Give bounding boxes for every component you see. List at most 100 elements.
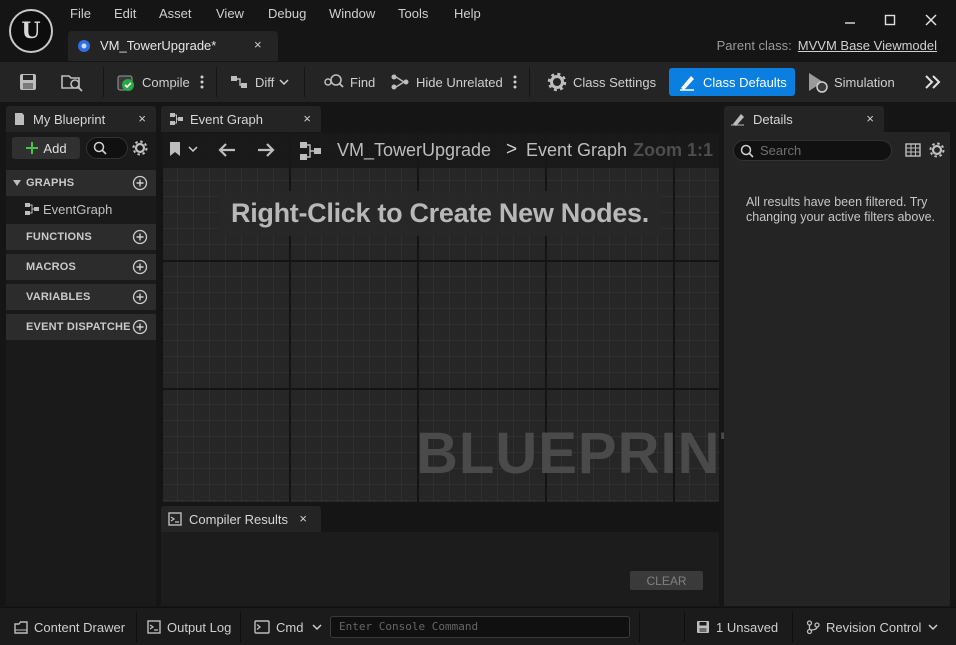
simulation-button[interactable]: Simulation	[806, 68, 895, 96]
search-icon	[740, 144, 754, 158]
menu-view[interactable]: View	[216, 6, 244, 24]
table-view-icon[interactable]	[905, 143, 921, 157]
forward-arrow-icon[interactable]	[256, 142, 276, 158]
document-tab-label: VM_TowerUpgrade*	[100, 38, 217, 53]
breadcrumb-root[interactable]: VM_TowerUpgrade	[337, 140, 491, 161]
add-event-dispatcher-icon[interactable]	[132, 319, 148, 335]
list-item-eventgraph[interactable]: EventGraph	[24, 200, 112, 218]
cmd-dropdown[interactable]: Cmd	[254, 618, 329, 636]
save-button[interactable]	[18, 68, 44, 96]
details-settings-icon[interactable]	[929, 142, 945, 158]
add-graph-icon[interactable]	[132, 175, 148, 191]
content-drawer-button[interactable]: Content Drawer	[14, 618, 125, 636]
breadcrumb-current[interactable]: Event Graph	[526, 140, 627, 161]
diff-label: Diff	[255, 74, 275, 90]
parent-class: Parent class: MVVM Base Viewmodel	[717, 38, 937, 53]
class-settings-button[interactable]: Class Settings	[547, 68, 656, 96]
back-arrow-icon[interactable]	[217, 142, 237, 158]
compile-button[interactable]: Compile	[116, 68, 190, 96]
section-macros[interactable]: MACROS	[6, 254, 156, 280]
simulation-icon	[809, 73, 828, 93]
menu-file[interactable]: File	[70, 6, 91, 24]
find-button[interactable]: Find	[322, 68, 375, 96]
diff-button[interactable]: Diff	[229, 68, 296, 96]
status-bar: Content Drawer Output Log Cmd Enter Cons…	[0, 607, 956, 645]
graph-icon	[299, 141, 323, 161]
console-command-input[interactable]: Enter Console Command	[330, 616, 630, 638]
search-icon	[93, 141, 107, 155]
section-graphs[interactable]: GRAPHS	[6, 170, 156, 196]
chevron-down-icon	[279, 79, 289, 86]
add-variable-icon[interactable]	[132, 289, 148, 305]
class-settings-label: Class Settings	[573, 74, 657, 90]
graph-hint: Right-Click to Create New Nodes.	[218, 191, 662, 236]
unsaved-button[interactable]: 1 Unsaved	[696, 618, 778, 636]
class-defaults-button[interactable]: Class Defaults	[669, 68, 795, 96]
add-label: Add	[43, 140, 67, 156]
compile-label: Compile	[142, 74, 190, 90]
unreal-logo-icon[interactable]: U	[9, 9, 53, 53]
expand-arrow-icon	[13, 180, 21, 186]
hide-unrelated-label: Hide Unrelated	[416, 74, 503, 90]
maximize-icon[interactable]	[878, 8, 902, 32]
hide-unrelated-button[interactable]: Hide Unrelated	[390, 68, 503, 96]
tab-details[interactable]: Details ×	[724, 106, 884, 132]
add-macro-icon[interactable]	[132, 259, 148, 275]
compile-options-icon[interactable]	[199, 68, 211, 96]
blueprint-search-input[interactable]	[86, 137, 128, 159]
clear-button[interactable]: CLEAR	[630, 571, 703, 590]
menu-tools[interactable]: Tools	[398, 6, 428, 24]
section-functions[interactable]: FUNCTIONS	[6, 224, 156, 250]
my-blueprint-tab-label: My Blueprint	[33, 111, 106, 127]
close-tab-icon[interactable]: ×	[254, 37, 262, 52]
parent-class-link[interactable]: MVVM Base Viewmodel	[798, 38, 937, 53]
tab-event-graph[interactable]: Event Graph ×	[161, 106, 321, 132]
close-window-icon[interactable]	[919, 8, 943, 32]
simulation-label: Simulation	[834, 74, 895, 90]
graph-icon	[25, 203, 39, 215]
blueprint-settings-icon[interactable]	[132, 140, 148, 156]
console-placeholder: Enter Console Command	[339, 620, 479, 633]
tab-compiler-results[interactable]: Compiler Results ×	[161, 506, 321, 532]
compiler-tab-label: Compiler Results	[189, 511, 288, 527]
gear-icon	[547, 72, 567, 92]
plus-icon	[26, 142, 39, 154]
add-function-icon[interactable]	[132, 229, 148, 245]
output-log-icon	[147, 620, 161, 634]
hide-unrelated-icon	[391, 74, 409, 90]
document-tab[interactable]: VM_TowerUpgrade* ×	[68, 31, 278, 61]
menu-edit[interactable]: Edit	[114, 6, 136, 24]
bookmark-button[interactable]	[169, 141, 199, 157]
details-icon	[731, 114, 744, 126]
graph-options-icon[interactable]	[512, 68, 524, 96]
menu-window[interactable]: Window	[329, 6, 375, 24]
section-variables[interactable]: VARIABLES	[6, 284, 156, 310]
revision-control-icon	[806, 620, 820, 634]
browse-asset-icon	[61, 75, 83, 92]
content-drawer-label: Content Drawer	[34, 619, 126, 635]
close-event-graph-icon[interactable]: ×	[303, 111, 311, 126]
menu-asset[interactable]: Asset	[159, 6, 192, 24]
section-event-dispatchers[interactable]: EVENT DISPATCHERS	[6, 314, 156, 340]
toolbar-overflow-icon[interactable]	[924, 68, 948, 96]
close-my-blueprint-icon[interactable]: ×	[138, 111, 146, 126]
minimize-icon[interactable]	[838, 8, 862, 32]
content-drawer-icon	[14, 621, 28, 634]
menu-debug[interactable]: Debug	[268, 6, 306, 24]
output-log-label: Output Log	[167, 619, 232, 635]
close-details-icon[interactable]: ×	[866, 111, 874, 126]
tab-my-blueprint[interactable]: My Blueprint ×	[6, 106, 156, 132]
details-search-placeholder: Search	[760, 143, 802, 158]
close-compiler-results-icon[interactable]: ×	[299, 511, 307, 526]
browse-button[interactable]	[60, 68, 90, 96]
revision-control-button[interactable]: Revision Control	[806, 618, 945, 636]
output-log-button[interactable]: Output Log	[147, 618, 231, 636]
graph-breadcrumb-bar: VM_TowerUpgrade > Event Graph Zoom 1:1	[161, 132, 719, 168]
add-button[interactable]: Add	[12, 137, 80, 159]
details-search-input[interactable]: Search	[733, 140, 892, 161]
toolbar: Compile Diff Find Hide Unrelated Class S…	[0, 62, 956, 102]
terminal-icon	[254, 620, 270, 634]
menu-help[interactable]: Help	[454, 6, 481, 24]
compiler-results-panel	[161, 532, 719, 606]
unsaved-label: 1 Unsaved	[716, 619, 779, 635]
